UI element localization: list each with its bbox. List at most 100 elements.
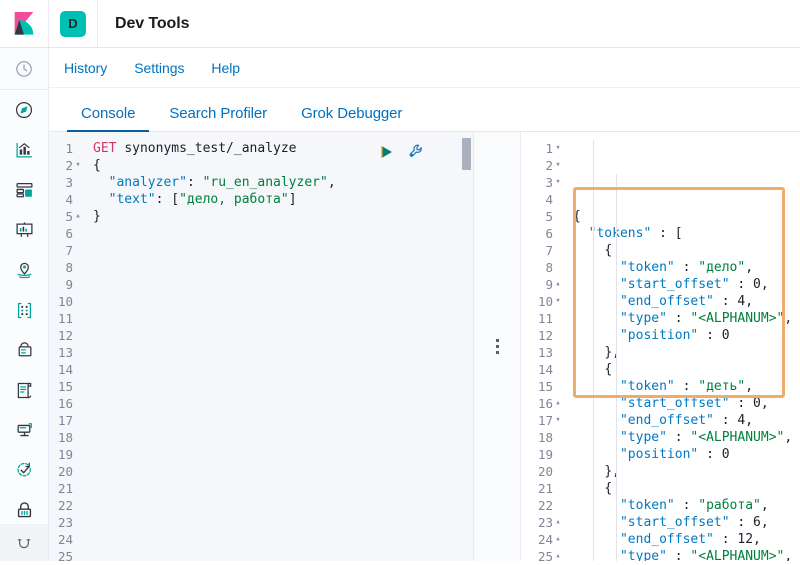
token-num: 0	[722, 328, 730, 343]
indent-guide	[616, 174, 617, 561]
token-plain	[573, 498, 620, 513]
sidebar-item-visualize[interactable]	[0, 130, 48, 170]
line-number: 18	[521, 429, 567, 446]
code-line: {	[573, 361, 800, 378]
line-number: 18	[49, 429, 87, 446]
line-number: 12	[49, 327, 87, 344]
response-line-numbers: 1▾2▾3▾456789▴10▾111213141516▴17▾18192021…	[521, 132, 567, 561]
token-plain	[573, 515, 620, 530]
tab-search-profiler[interactable]: Search Profiler	[152, 106, 284, 131]
tab-console[interactable]: Console	[64, 106, 152, 131]
token-plain	[93, 192, 109, 207]
wrench-tools-icon[interactable]	[408, 143, 425, 163]
code-line: "start_offset" : 0,	[573, 276, 800, 293]
fold-toggle-icon[interactable]: ▴	[73, 208, 83, 225]
token-plain	[573, 532, 620, 547]
sidebar-item-machine-learning[interactable]	[0, 290, 48, 330]
code-line	[93, 395, 473, 412]
sidebar-item-uptime[interactable]	[0, 450, 48, 490]
sidebar-item-dashboard[interactable]	[0, 170, 48, 210]
token-plain	[93, 175, 109, 190]
subnav-link-settings[interactable]: Settings	[134, 60, 184, 76]
code-line	[93, 497, 473, 514]
drag-handle-icon[interactable]	[496, 339, 499, 354]
code-line	[93, 446, 473, 463]
token-punct: : [	[651, 226, 682, 241]
kibana-dev-tools-window: D Dev Tools	[0, 0, 800, 561]
kibana-home-button[interactable]	[0, 0, 49, 47]
play-run-icon[interactable]	[379, 144, 395, 163]
line-number: 21	[49, 480, 87, 497]
token-punct: :	[667, 430, 690, 445]
fold-toggle-icon[interactable]: ▾	[73, 157, 83, 174]
token-punct: :	[675, 260, 698, 275]
token-key: "text"	[109, 192, 156, 207]
sidebar-collapse-button[interactable]	[0, 524, 48, 561]
line-number: 1▾	[521, 140, 567, 157]
token-str: "дело"	[698, 260, 745, 275]
fold-toggle-icon[interactable]: ▾	[553, 140, 563, 157]
sidebar-item-logs[interactable]	[0, 370, 48, 410]
request-editor-pane[interactable]: 12▾345▴678910111213141516171819202122232…	[49, 132, 473, 561]
infrastructure-icon	[15, 341, 34, 360]
fold-toggle-icon[interactable]: ▴	[553, 514, 563, 531]
token-str: "<ALPHANUM>"	[690, 549, 784, 561]
token-punct: ]	[289, 192, 297, 207]
token-punct: ,	[784, 311, 792, 326]
token-plain	[573, 430, 620, 445]
line-number: 6	[521, 225, 567, 242]
canvas-icon	[15, 221, 34, 240]
line-number: 15	[521, 378, 567, 395]
sidebar-item-discover[interactable]	[0, 90, 48, 130]
space-avatar[interactable]: D	[49, 0, 98, 47]
token-key: "end_offset"	[620, 294, 714, 309]
code-line	[93, 310, 473, 327]
token-punct: },	[604, 345, 620, 360]
line-number: 12	[521, 327, 567, 344]
token-punct: {	[604, 243, 612, 258]
token-key: "type"	[620, 311, 667, 326]
token-punct: :	[730, 396, 753, 411]
fold-toggle-icon[interactable]: ▴	[553, 395, 563, 412]
code-line	[93, 531, 473, 548]
sidebar-item-infrastructure[interactable]	[0, 330, 48, 370]
dev-tools-tabs: Console Search Profiler Grok Debugger	[49, 88, 800, 132]
tab-grok-debugger[interactable]: Grok Debugger	[284, 106, 419, 131]
request-scrollbar[interactable]	[461, 132, 473, 561]
fold-toggle-icon[interactable]: ▾	[553, 293, 563, 310]
token-punct: {	[573, 209, 581, 224]
sidebar-item-canvas[interactable]	[0, 210, 48, 250]
editor-splitter[interactable]	[473, 132, 521, 561]
fold-toggle-icon[interactable]: ▴	[553, 548, 563, 565]
token-punct: :	[667, 549, 690, 561]
fold-toggle-icon[interactable]: ▾	[553, 174, 563, 191]
subnav-link-help[interactable]: Help	[211, 60, 240, 76]
sidebar-item-recently-viewed[interactable]	[0, 48, 48, 90]
line-number: 8	[49, 259, 87, 276]
console-editors: 12▾345▴678910111213141516171819202122232…	[49, 132, 800, 561]
sidebar-item-maps[interactable]	[0, 250, 48, 290]
code-line: "token" : "дело",	[573, 259, 800, 276]
code-line: "token" : "работа",	[573, 497, 800, 514]
response-code[interactable]: { "tokens" : [ { "token" : "дело", "star…	[567, 132, 800, 561]
primary-navigation-sidebar	[0, 48, 49, 561]
request-scrollbar-thumb[interactable]	[462, 138, 471, 170]
sidebar-item-apm[interactable]	[0, 410, 48, 450]
code-line	[93, 293, 473, 310]
token-punct: :	[675, 498, 698, 513]
subnav-link-history[interactable]: History	[64, 60, 107, 76]
fold-toggle-icon[interactable]: ▴	[553, 276, 563, 293]
token-punct: ,	[745, 294, 753, 309]
line-number: 15	[49, 378, 87, 395]
token-punct: {	[93, 158, 101, 173]
code-line: "type" : "<ALPHANUM>",	[573, 548, 800, 561]
fold-toggle-icon[interactable]: ▴	[553, 531, 563, 548]
line-number: 3	[49, 174, 87, 191]
request-code[interactable]: GET synonyms_test/_analyze{ "analyzer": …	[87, 132, 473, 561]
token-punct: :	[714, 532, 737, 547]
response-editor-pane[interactable]: 1▾2▾3▾456789▴10▾111213141516▴17▾18192021…	[521, 132, 800, 561]
fold-toggle-icon[interactable]: ▾	[553, 412, 563, 429]
token-plain	[573, 260, 620, 275]
fold-toggle-icon[interactable]: ▾	[553, 157, 563, 174]
uptime-check-icon	[15, 461, 34, 480]
